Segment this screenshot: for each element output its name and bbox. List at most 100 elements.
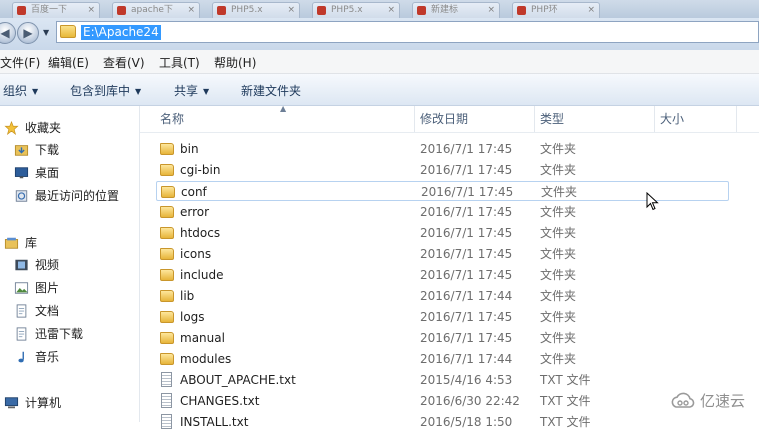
nav-item-downloads[interactable]: 下载 <box>14 140 59 160</box>
tab-favicon-icon <box>17 6 26 15</box>
table-row[interactable]: error 2016/7/1 17:45 文件夹 <box>156 202 729 222</box>
file-date-modified: 2016/7/1 17:44 <box>420 352 513 366</box>
table-row[interactable]: logs 2016/7/1 17:45 文件夹 <box>156 307 729 327</box>
address-input[interactable]: E:\Apache24 <box>56 21 759 43</box>
column-size[interactable]: 大小 <box>660 106 684 132</box>
file-name: cgi-bin <box>180 163 221 177</box>
nav-item-videos[interactable]: 视频 <box>14 255 59 275</box>
file-name: icons <box>180 247 212 261</box>
browser-tab[interactable]: apache下 × <box>112 2 200 18</box>
file-name: logs <box>180 310 205 324</box>
nav-computer[interactable]: 计算机 <box>4 393 61 413</box>
share-button[interactable]: 共享 ▼ <box>174 82 209 99</box>
browser-tab[interactable]: 新建标 × <box>412 2 500 18</box>
back-button[interactable]: ◀ <box>0 22 16 44</box>
nav-item-music[interactable]: 音乐 <box>14 347 59 367</box>
close-icon[interactable]: × <box>87 3 95 18</box>
menu-help[interactable]: 帮助(H) <box>214 54 256 71</box>
browser-tab[interactable]: PHP5.x × <box>312 2 400 18</box>
table-row[interactable]: modules 2016/7/1 17:44 文件夹 <box>156 349 729 369</box>
column-divider[interactable] <box>736 106 737 132</box>
column-type[interactable]: 类型 <box>540 106 564 132</box>
address-path-text[interactable]: E:\Apache24 <box>81 25 161 40</box>
close-icon[interactable]: × <box>487 3 495 18</box>
folder-icon <box>160 164 174 176</box>
pictures-icon <box>14 282 29 294</box>
table-row[interactable]: include 2016/7/1 17:45 文件夹 <box>156 265 729 285</box>
cloud-logo-icon <box>671 392 695 408</box>
menu-tools[interactable]: 工具(T) <box>159 54 200 71</box>
menu-view[interactable]: 查看(V) <box>103 54 145 71</box>
file-type: TXT 文件 <box>540 415 591 429</box>
column-header: ▲ 名称 修改日期 类型 大小 <box>140 104 759 133</box>
table-row[interactable]: INSTALL.txt 2016/5/18 1:50 TXT 文件 <box>156 412 729 432</box>
table-row[interactable]: bin 2016/7/1 17:45 文件夹 <box>156 139 729 159</box>
file-type: 文件夹 <box>540 142 577 156</box>
folder-icon <box>160 290 174 302</box>
downloads-folder-icon <box>14 145 29 156</box>
browser-tab[interactable]: PHP5.x × <box>212 2 300 18</box>
close-icon[interactable]: × <box>287 3 295 18</box>
forward-arrow-icon: ▶ <box>23 26 33 40</box>
close-icon[interactable]: × <box>187 3 195 18</box>
documents-icon <box>16 304 27 318</box>
table-row[interactable]: cgi-bin 2016/7/1 17:45 文件夹 <box>156 160 729 180</box>
table-row[interactable]: CHANGES.txt 2016/6/30 22:42 TXT 文件 <box>156 391 729 411</box>
navigation-pane: 收藏夹 下载 桌面 最近访问的位置 库 视频 图片 文档 迅雷下载 音乐 计算机 <box>0 106 140 422</box>
folder-icon <box>160 227 174 239</box>
menu-bar: 文件(F) 编辑(E) 查看(V) 工具(T) 帮助(H) <box>0 50 759 74</box>
table-row[interactable]: lib 2016/7/1 17:44 文件夹 <box>156 286 729 306</box>
tab-favicon-icon <box>117 6 126 15</box>
file-type: 文件夹 <box>540 352 577 366</box>
nav-item-thunder-downloads[interactable]: 迅雷下载 <box>14 324 83 344</box>
close-icon[interactable]: × <box>387 3 395 18</box>
menu-file[interactable]: 文件(F) <box>0 54 40 71</box>
tab-favicon-icon <box>317 6 326 15</box>
nav-item-recent-places[interactable]: 最近访问的位置 <box>14 186 119 206</box>
file-date-modified: 2016/7/1 17:45 <box>420 163 513 177</box>
folder-icon <box>160 269 174 281</box>
new-folder-button[interactable]: 新建文件夹 <box>241 82 301 99</box>
table-row[interactable]: htdocs 2016/7/1 17:45 文件夹 <box>156 223 729 243</box>
folder-icon <box>160 248 174 260</box>
sort-ascending-icon: ▲ <box>280 104 287 113</box>
recent-pages-dropdown-icon[interactable]: ▼ <box>43 28 49 37</box>
close-icon[interactable]: × <box>587 3 595 18</box>
file-type: 文件夹 <box>540 310 577 324</box>
column-date-modified[interactable]: 修改日期 <box>420 106 468 132</box>
file-name: include <box>180 268 224 282</box>
nav-favorites[interactable]: 收藏夹 <box>4 118 61 138</box>
browser-tab[interactable]: PHP环 × <box>512 2 600 18</box>
nav-libraries[interactable]: 库 <box>4 233 37 253</box>
forward-button[interactable]: ▶ <box>17 22 39 44</box>
mouse-cursor-icon <box>646 192 659 211</box>
table-row[interactable]: icons 2016/7/1 17:45 文件夹 <box>156 244 729 264</box>
nav-item-pictures[interactable]: 图片 <box>14 278 59 298</box>
file-date-modified: 2016/7/1 17:45 <box>420 226 513 240</box>
file-type: 文件夹 <box>540 226 577 240</box>
folder-icon <box>160 311 174 323</box>
menu-edit[interactable]: 编辑(E) <box>48 54 89 71</box>
table-row[interactable]: ABOUT_APACHE.txt 2015/4/16 4:53 TXT 文件 <box>156 370 729 390</box>
column-name[interactable]: 名称 <box>160 106 184 132</box>
column-divider[interactable] <box>534 106 535 132</box>
nav-item-desktop[interactable]: 桌面 <box>14 163 59 183</box>
column-divider[interactable] <box>414 106 415 132</box>
watermark-text: 亿速云 <box>700 392 746 410</box>
browser-tab[interactable]: 百度一下 × <box>12 2 100 18</box>
text-file-icon <box>161 393 172 408</box>
table-row[interactable]: conf 2016/7/1 17:45 文件夹 <box>156 181 729 201</box>
file-type: 文件夹 <box>540 205 577 219</box>
table-row[interactable]: manual 2016/7/1 17:45 文件夹 <box>156 328 729 348</box>
column-divider[interactable] <box>654 106 655 132</box>
file-date-modified: 2016/7/1 17:45 <box>421 185 514 199</box>
file-type: 文件夹 <box>540 289 577 303</box>
file-type: 文件夹 <box>541 185 578 199</box>
organize-button[interactable]: 组织 ▼ <box>3 82 38 99</box>
file-name: INSTALL.txt <box>180 415 249 429</box>
file-type: 文件夹 <box>540 163 577 177</box>
file-date-modified: 2015/4/16 4:53 <box>420 373 513 387</box>
chevron-down-icon: ▼ <box>135 87 142 96</box>
nav-item-documents[interactable]: 文档 <box>14 301 59 321</box>
include-in-library-button[interactable]: 包含到库中 ▼ <box>70 82 141 99</box>
